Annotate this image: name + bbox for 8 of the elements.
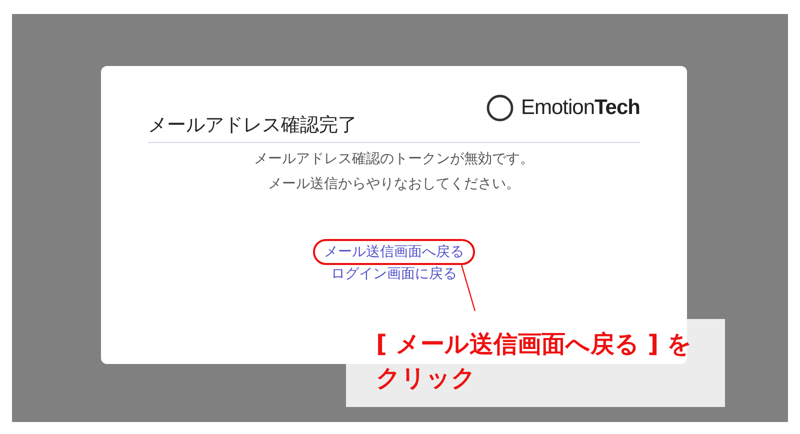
dialog-title: メールアドレス確認完了 bbox=[148, 113, 357, 138]
message-text: メール送信からやりなおしてください。 bbox=[267, 175, 521, 194]
back-link[interactable]: ログイン画面に戻る bbox=[331, 263, 457, 285]
callout-text: クリック bbox=[376, 363, 476, 394]
back-link[interactable]: メール送信画面へ戻る bbox=[324, 241, 464, 263]
callout-text: [ メール送信画面へ戻る ] を bbox=[376, 329, 692, 360]
message-text: メールアドレス確認のトークンが無効です。 bbox=[253, 150, 535, 169]
logo-wordmark: EmotionTech bbox=[520, 96, 640, 120]
